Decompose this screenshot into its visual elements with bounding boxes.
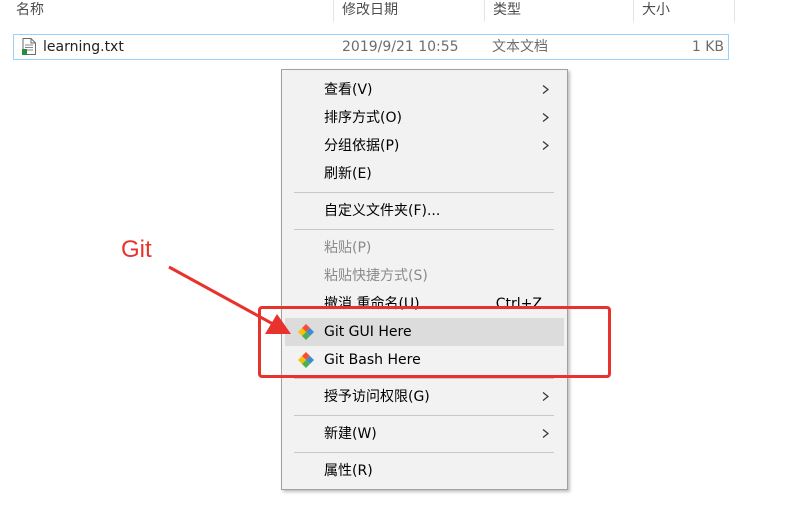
column-header-size[interactable]: 大小 — [634, 0, 734, 22]
column-header-name[interactable]: 名称 — [8, 0, 333, 22]
column-header-type[interactable]: 类型 — [485, 0, 633, 22]
column-header-name-label: 名称 — [16, 2, 44, 18]
menu-item-paste-shortcut[interactable]: 粘贴快捷方式(S) — [285, 262, 564, 290]
menu-item-sort-label: 排序方式(O) — [324, 110, 402, 126]
chevron-right-icon — [542, 113, 549, 122]
column-header-size-label: 大小 — [642, 2, 670, 18]
file-size: 1 KB — [691, 39, 724, 55]
column-header-type-label: 类型 — [493, 2, 521, 18]
menu-item-customize-folder-label: 自定义文件夹(F)... — [324, 203, 441, 219]
menu-separator — [294, 192, 554, 193]
menu-item-paste-shortcut-label: 粘贴快捷方式(S) — [324, 268, 428, 284]
menu-item-refresh[interactable]: 刷新(E) — [285, 160, 564, 188]
file-modified: 2019/9/21 10:55 — [342, 39, 459, 55]
text-file-icon — [22, 38, 36, 55]
menu-item-customize-folder[interactable]: 自定义文件夹(F)... — [285, 197, 564, 225]
column-header-modified-label: 修改日期 — [342, 2, 398, 18]
file-type: 文本文档 — [492, 39, 548, 55]
chevron-right-icon — [542, 85, 549, 94]
menu-item-paste[interactable]: 粘贴(P) — [285, 234, 564, 262]
menu-item-give-access[interactable]: 授予访问权限(G) — [285, 383, 564, 411]
menu-item-paste-label: 粘贴(P) — [324, 240, 372, 256]
menu-item-new-label: 新建(W) — [324, 426, 377, 442]
menu-separator — [294, 378, 554, 379]
chevron-right-icon — [542, 429, 549, 438]
menu-item-group-label: 分组依据(P) — [324, 138, 400, 154]
menu-item-new[interactable]: 新建(W) — [285, 420, 564, 448]
menu-item-properties-label: 属性(R) — [324, 463, 373, 479]
chevron-right-icon — [542, 392, 549, 401]
column-header-modified[interactable]: 修改日期 — [334, 0, 484, 22]
menu-item-group[interactable]: 分组依据(P) — [285, 132, 564, 160]
menu-item-view[interactable]: 查看(V) — [285, 76, 564, 104]
context-menu: 查看(V) 排序方式(O) 分组依据(P) 刷新(E) 自定义文件夹(F)...… — [281, 69, 568, 490]
menu-item-properties[interactable]: 属性(R) — [285, 457, 564, 485]
menu-item-sort[interactable]: 排序方式(O) — [285, 104, 564, 132]
menu-separator — [294, 229, 554, 230]
menu-separator — [294, 452, 554, 453]
chevron-right-icon — [542, 141, 549, 150]
menu-item-give-access-label: 授予访问权限(G) — [324, 389, 430, 405]
menu-separator — [294, 415, 554, 416]
menu-item-view-label: 查看(V) — [324, 82, 373, 98]
explorer-window: 名称 修改日期 类型 大小 learning.txt 2019/9/21 10:… — [0, 0, 806, 505]
file-row[interactable]: learning.txt 2019/9/21 10:55 文本文档 1 KB — [13, 34, 729, 60]
file-name: learning.txt — [43, 39, 124, 55]
menu-item-refresh-label: 刷新(E) — [324, 166, 372, 182]
annotation-label: Git — [121, 236, 152, 263]
column-separator[interactable] — [734, 0, 735, 22]
annotation-highlight-box — [258, 306, 611, 378]
